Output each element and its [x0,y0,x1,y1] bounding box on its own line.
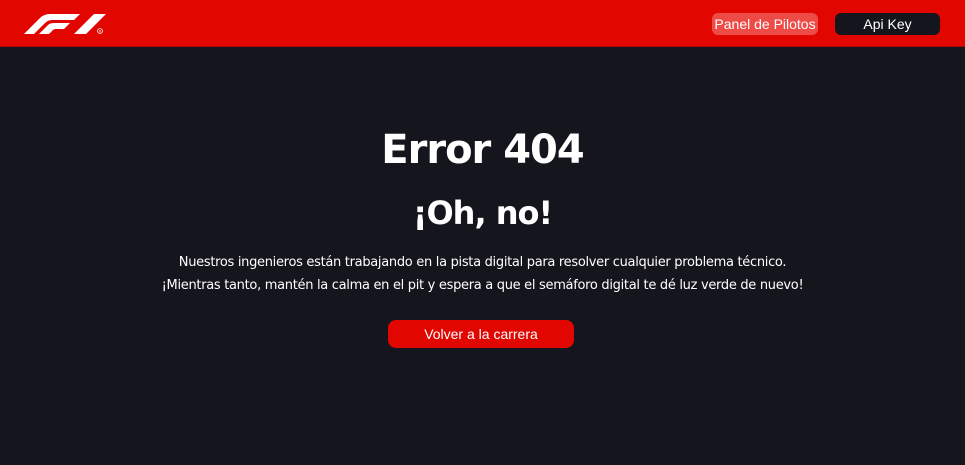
top-navbar: R Panel de Pilotos Api Key [0,0,965,47]
error-title: Error 404 [381,127,584,173]
api-key-button[interactable]: Api Key [835,13,940,35]
f1-logo-icon[interactable]: R [22,12,112,36]
panel-pilotos-button[interactable]: Panel de Pilotos [712,13,818,35]
back-to-race-button[interactable]: Volver a la carrera [388,320,574,348]
error-message-line-2: ¡Mientras tanto, mantén la calma en el p… [161,278,804,293]
error-message-line-1: Nuestros ingenieros están trabajando en … [178,255,787,270]
error-subtitle: ¡Oh, no! [412,194,553,232]
error-content: Error 404 ¡Oh, no! Nuestros ingenieros e… [0,47,965,465]
